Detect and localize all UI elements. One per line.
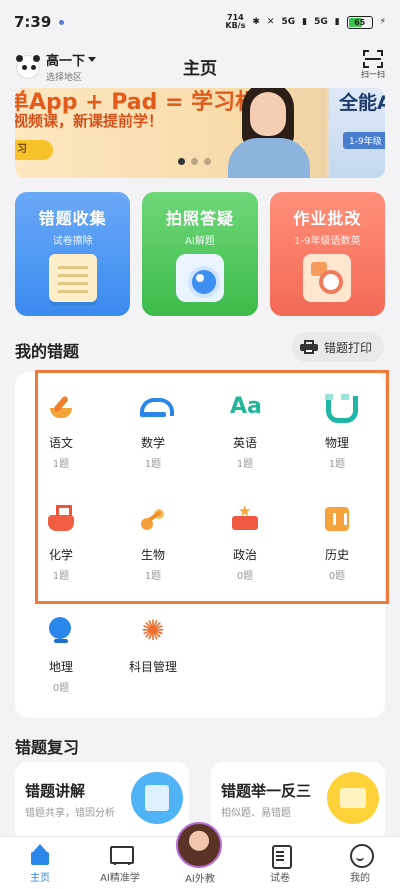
chart-board-icon: [109, 844, 134, 866]
battery-icon: 65: [346, 15, 373, 29]
review-card-similar[interactable]: 错题举一反三 相似题、易错题: [211, 762, 385, 842]
feature-title: 拍照答疑: [165, 209, 234, 228]
globe-icon: [46, 616, 76, 646]
charging-icon: ⚡: [379, 17, 386, 27]
feature-subtitle: 1-9年级语数英: [294, 236, 361, 247]
clipboard-icon: [131, 772, 183, 824]
banner-next-tag: 1-9年级: [343, 132, 385, 149]
printer-icon: [299, 340, 318, 354]
review-card-subtitle: 相似题、易错题: [221, 808, 291, 819]
subject-math[interactable]: 数学 1题: [107, 372, 199, 484]
section-title-review: 错题复习: [15, 738, 80, 757]
tab-ai-learn[interactable]: AI精准学: [80, 837, 160, 889]
signal-1: 5G: [281, 17, 296, 27]
review-card-subtitle: 错题共享，错因分析: [25, 808, 115, 819]
scroll-icon: [322, 504, 352, 534]
notification-dot-icon: [59, 19, 65, 25]
feature-card-homework-check[interactable]: 作业批改 1-9年级语数英: [269, 192, 385, 316]
feature-title: 作业批改: [293, 209, 362, 228]
tab-home[interactable]: 主页: [0, 837, 80, 889]
subject-chinese[interactable]: 语文 1题: [15, 372, 107, 484]
page-dot-active: [178, 158, 185, 165]
subject-politics[interactable]: 政治 0题: [199, 484, 291, 596]
smile-face-icon: [349, 844, 374, 868]
signal-bars-icon: ▮: [302, 17, 308, 27]
banner-next-headline: 全能A: [339, 92, 385, 114]
subject-geography[interactable]: 地理 0题: [15, 596, 107, 708]
tab-papers[interactable]: 试卷: [240, 837, 320, 889]
feature-subtitle: AI解题: [185, 236, 215, 247]
ai-tutor-avatar[interactable]: [176, 822, 222, 868]
subject-english[interactable]: Aa 英语 1题: [199, 372, 291, 484]
net-speed: 714 KB/s: [225, 13, 246, 30]
flask-icon: [46, 504, 76, 534]
review-card-title: 错题讲解: [25, 782, 86, 800]
signal-2: 5G: [314, 17, 328, 27]
bluetooth-icon: ✱: [252, 17, 260, 27]
subject-physics[interactable]: 物理 1题: [291, 372, 383, 484]
homework-icon: [303, 254, 352, 302]
banner-slide-current: 单App + Pad = 学习机 视频课，新课提前学！ 习: [15, 88, 327, 178]
banner-cta-button[interactable]: 习: [15, 140, 53, 160]
subject-biology[interactable]: 生物 1题: [107, 484, 199, 596]
tab-me[interactable]: 我的: [320, 837, 400, 889]
vibrate-icon: ✕: [266, 17, 275, 27]
scan-label: 扫一扫: [361, 70, 385, 79]
review-card-title: 错题举一反三: [221, 782, 312, 800]
magnet-icon: [322, 392, 358, 423]
star-flag-icon: [230, 502, 260, 534]
pen-icon: [46, 392, 76, 422]
gear-icon: ✺: [141, 614, 165, 647]
signal-bars-icon: ▮: [334, 17, 340, 27]
folder-icon: [327, 772, 379, 824]
banner-subline: 视频课，新课提前学！: [15, 112, 164, 130]
page-dot: [191, 158, 198, 165]
page-title: 主页: [183, 59, 217, 79]
scan-icon: [363, 50, 383, 68]
status-time: 7:39: [14, 13, 52, 31]
paper-icon: [269, 844, 292, 869]
aa-letters-icon: Aa: [230, 394, 262, 419]
review-card-explain[interactable]: 错题讲解 错题共享，错因分析: [15, 762, 189, 842]
status-icons: 714 KB/s ✱ ✕ 5G ▮ 5G ▮ 65 ⚡: [225, 14, 386, 30]
print-label: 错题打印: [323, 340, 372, 355]
protractor-icon: [138, 392, 174, 422]
status-bar: 7:39 714 KB/s ✱ ✕ 5G ▮ 5G ▮ 65 ⚡: [0, 0, 400, 44]
subject-manage[interactable]: ✺ 科目管理: [107, 596, 199, 708]
section-title-mistakes: 我的错题: [15, 342, 80, 361]
app-header: 高一下 选择地区 主页 扫一扫: [0, 44, 400, 86]
home-icon: [29, 844, 51, 866]
feature-subtitle: 试卷擦除: [52, 236, 93, 247]
paper-icon: [48, 254, 97, 302]
subject-history[interactable]: 历史 0题: [291, 484, 383, 596]
scan-button[interactable]: 扫一扫: [358, 50, 388, 80]
banner-pagination: [178, 158, 211, 165]
print-mistakes-button[interactable]: 错题打印: [291, 332, 384, 362]
feature-card-mistake-collect[interactable]: 错题收集 试卷擦除: [15, 192, 131, 316]
page-dot: [204, 158, 211, 165]
feature-title: 错题收集: [38, 209, 107, 228]
subjects-card: 语文 1题 数学 1题 Aa 英语 1题 物理 1题 化学 1题 生物 1题 ★…: [15, 372, 385, 718]
molecule-icon: [138, 504, 168, 534]
feature-cards: 错题收集 试卷擦除 拍照答疑 AI解题 作业批改 1-9年级语数英: [15, 192, 385, 316]
feature-card-photo-answer[interactable]: 拍照答疑 AI解题: [142, 192, 258, 316]
camera-icon: [175, 254, 224, 302]
banner-slide-next: 全能A 1-9年级: [329, 88, 385, 178]
subject-chemistry[interactable]: 化学 1题: [15, 484, 107, 596]
teacher-image: [220, 88, 315, 178]
